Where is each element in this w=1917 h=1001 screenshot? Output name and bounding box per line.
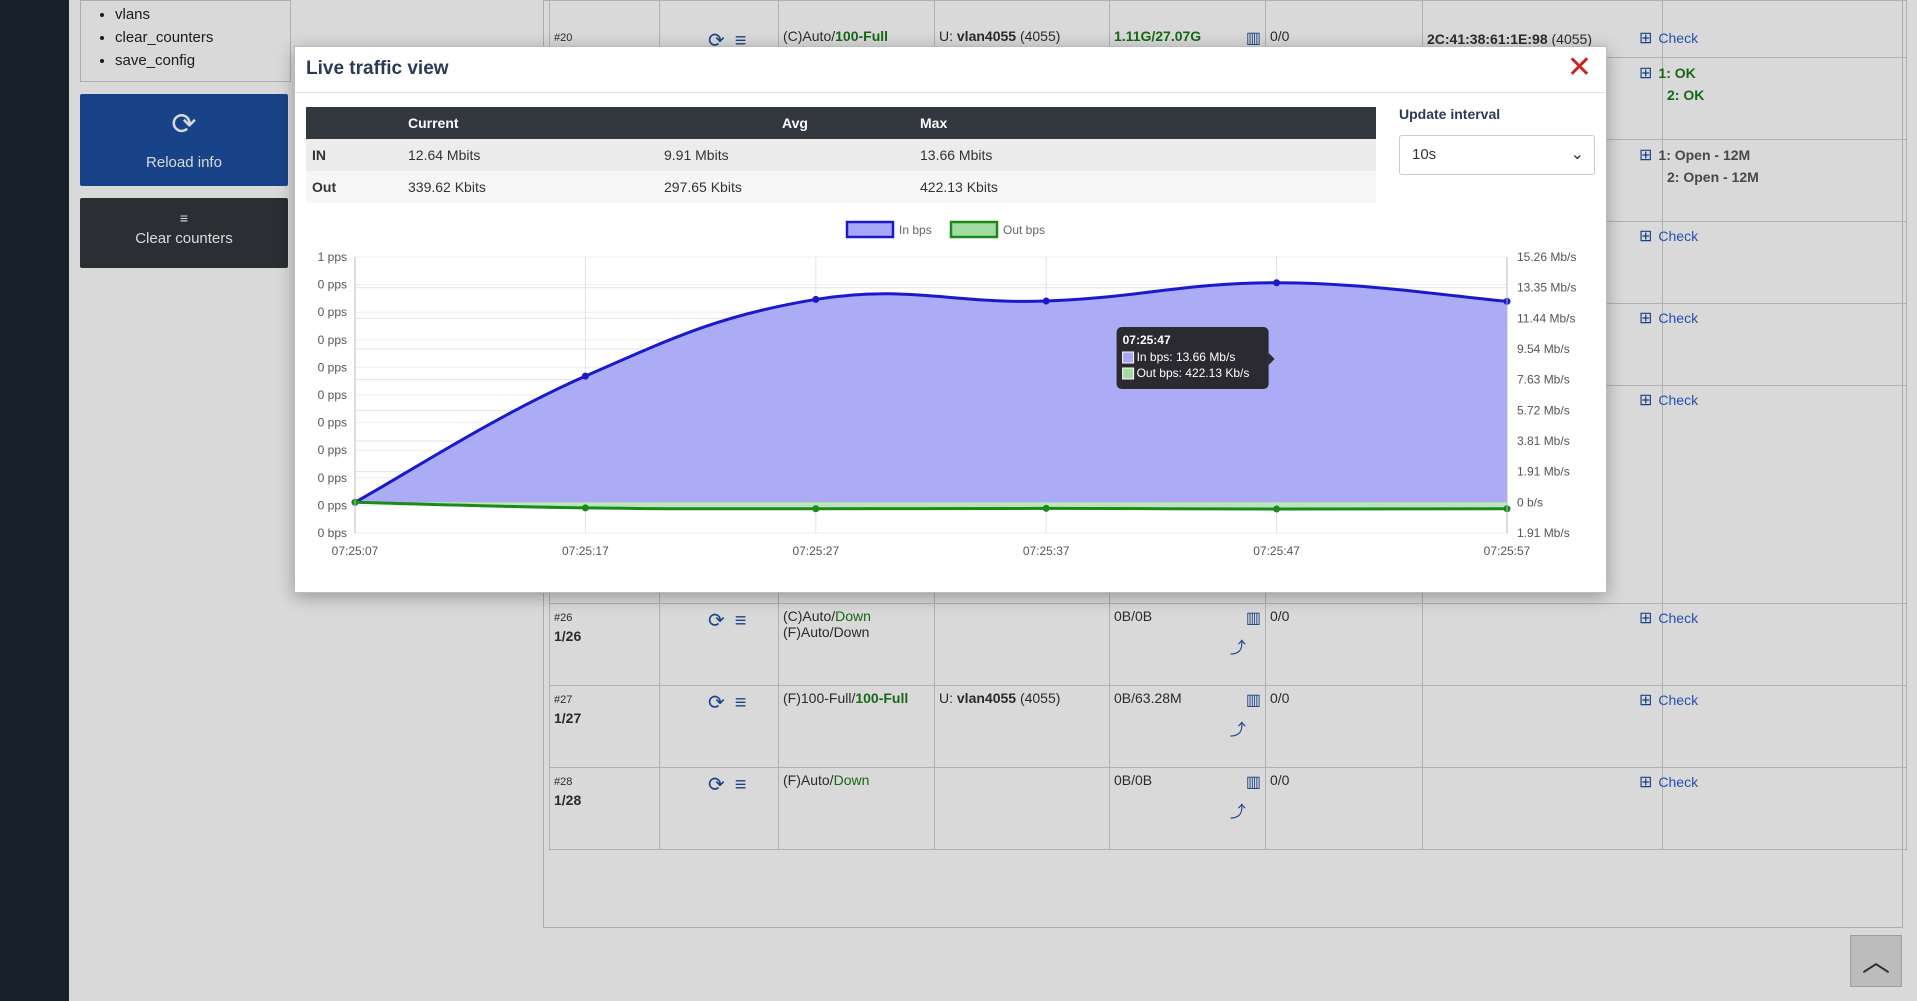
- chevron-down-icon: ⌄: [1570, 146, 1584, 163]
- legend-in-bps-label[interactable]: In bps: [899, 223, 932, 237]
- stats-current: 12.64 Mbits: [408, 139, 664, 171]
- x-axis-tick: 07:25:27: [792, 544, 839, 558]
- in-bps-area: [355, 282, 1507, 503]
- stats-row: IN 12.64 Mbits 9.91 Mbits 13.66 Mbits: [306, 139, 1376, 171]
- left-axis-tick: 0 pps: [318, 498, 347, 512]
- stats-avg: 9.91 Mbits: [664, 139, 920, 171]
- legend-out-bps-label[interactable]: Out bps: [1003, 223, 1045, 237]
- stats-max: 422.13 Kbits: [920, 171, 1376, 203]
- tooltip-title: 07:25:47: [1123, 333, 1171, 347]
- right-axis-tick: 7.63 Mb/s: [1517, 373, 1570, 387]
- left-axis-tick: 0 pps: [318, 305, 347, 319]
- left-axis-tick: 0 pps: [318, 443, 347, 457]
- right-axis-tick: 9.54 Mb/s: [1517, 342, 1570, 356]
- left-axis-tick: 0 bps: [318, 526, 347, 540]
- traffic-chart: 15.26 Mb/s 13.35 Mb/s 11.44 Mb/s 9.54 Mb/s 7…: [318, 220, 1576, 558]
- update-interval-label: Update interval: [1399, 106, 1501, 122]
- stats-direction: IN: [306, 139, 408, 171]
- right-axis-tick: 13.35 Mb/s: [1517, 281, 1576, 295]
- update-interval-select[interactable]: 10s ⌄: [1399, 135, 1595, 175]
- left-axis-tick: 0 pps: [318, 388, 347, 402]
- out-bps-point[interactable]: [1042, 504, 1050, 512]
- stats-direction: Out: [306, 171, 408, 203]
- right-axis-tick: 11.44 Mb/s: [1517, 311, 1575, 325]
- left-axis-tick: 0 pps: [318, 416, 347, 430]
- x-axis-tick: 07:25:07: [332, 544, 379, 558]
- stats-current: 339.62 Kbits: [408, 171, 664, 203]
- stats-header-max: Max: [920, 107, 1376, 139]
- chart-tooltip: 07:25:47 In bps: 13.66 Mb/s Out bps: 422.1…: [1116, 327, 1275, 389]
- live-traffic-modal: Live traffic view ✕ Current Avg Max IN 12…: [294, 46, 1607, 593]
- chart-series: [351, 279, 1511, 513]
- out-bps-point[interactable]: [581, 504, 589, 512]
- right-axis-tick: 1.91 Mb/s: [1517, 526, 1570, 540]
- stats-header-avg: Avg: [664, 107, 920, 139]
- stats-header-label: [306, 107, 408, 139]
- chart-legend: In bps Out bps: [845, 220, 1045, 239]
- modal-header: Live traffic view ✕: [295, 47, 1606, 93]
- in-bps-point[interactable]: [1273, 279, 1281, 287]
- right-axis-tick: 15.26 Mb/s: [1517, 250, 1576, 264]
- tooltip-swatch: [1122, 367, 1135, 380]
- stats-header-current: Current: [408, 107, 664, 139]
- out-bps-point[interactable]: [812, 505, 820, 513]
- in-bps-point[interactable]: [812, 295, 820, 303]
- stats-row: Out 339.62 Kbits 297.65 Kbits 422.13 Kbits: [306, 171, 1376, 203]
- right-axis-tick: 5.72 Mb/s: [1517, 403, 1570, 417]
- in-bps-point[interactable]: [581, 372, 589, 380]
- tooltip-line: In bps: 13.66 Mb/s: [1137, 350, 1236, 364]
- x-axis-tick: 07:25:17: [562, 544, 609, 558]
- close-icon[interactable]: ✕: [1567, 53, 1592, 83]
- right-axis-tick: 3.81 Mb/s: [1517, 434, 1570, 448]
- out-bps-point[interactable]: [1273, 505, 1281, 513]
- in-bps-point[interactable]: [1042, 297, 1050, 305]
- modal-title: Live traffic view: [306, 58, 449, 79]
- x-axis-tick: 07:25:57: [1484, 544, 1531, 558]
- left-axis-tick: 0 pps: [318, 471, 347, 485]
- legend-out-bps-swatch: [949, 220, 999, 239]
- update-interval-value: 10s: [1412, 146, 1437, 163]
- tooltip-swatch: [1122, 351, 1135, 364]
- x-axis-tick: 07:25:37: [1023, 544, 1070, 558]
- right-axis-tick: 1.91 Mb/s: [1517, 465, 1570, 479]
- left-axis-tick: 0 pps: [318, 333, 347, 347]
- left-axis-tick: 0 pps: [318, 278, 347, 292]
- stats-max: 13.66 Mbits: [920, 139, 1376, 171]
- legend-in-bps-swatch: [845, 220, 895, 239]
- tooltip-line: Out bps: 422.13 Kb/s: [1137, 366, 1250, 380]
- traffic-stats-table: Current Avg Max IN 12.64 Mbits 9.91 Mbits 1…: [306, 107, 1376, 203]
- stats-avg: 297.65 Kbits: [664, 171, 920, 203]
- right-axis-tick: 0 b/s: [1517, 495, 1543, 509]
- left-axis-tick: 1 pps: [318, 250, 347, 264]
- left-axis-tick: 0 pps: [318, 360, 347, 374]
- x-axis-tick: 07:25:47: [1253, 544, 1300, 558]
